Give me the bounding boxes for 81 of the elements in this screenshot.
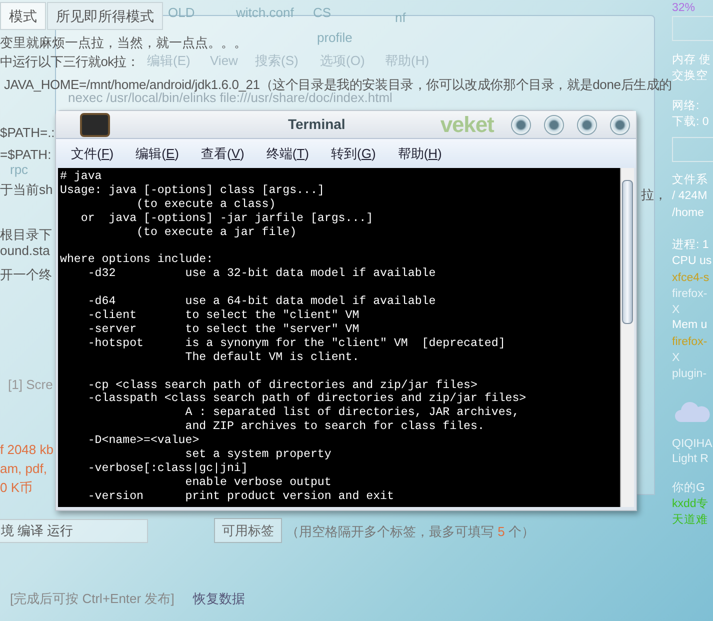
monitor-text: firefox- [672,335,708,350]
terminal-line: -verbose[:class|gc|jni] [86,462,249,476]
terminal-line: (to execute a class) [136,198,277,212]
terminal-line: -d64 use a 64-bit data model if available [86,295,437,310]
text-line: [1] Scre [8,376,53,394]
tags-hint: （用空格隔开多个标签，最多可填写 5 个） [286,523,534,541]
terminal-line: # java [60,170,103,184]
terminal-line: A : separated list of directories, JAR archives, [184,406,520,420]
terminal-line: enable verbose output [184,476,332,490]
graph-box [672,16,713,41]
menu-item[interactable]: 编辑(E) [136,144,179,164]
monitor-text: 网络: [672,98,700,114]
monitor-text: Light R [672,452,708,467]
terminal-line: where options include: [60,253,214,268]
tags-field[interactable]: 境 编译 运行 [0,519,148,543]
terminal-line: -cp <class search path of directories and zip/jar files> [86,378,478,392]
monitor-text: firefox- [672,287,708,302]
menu-item[interactable]: 文件(F) [71,144,114,164]
terminal-line: -d32 use a 32-bit data model if available [86,267,437,282]
monitor-text: CPU us [672,254,712,269]
menu-item[interactable]: 转到(G) [331,144,376,164]
monitor-text: 天道难 [672,512,708,528]
monitor-text: 文件系 [672,172,708,188]
text-line: 于当前sh [0,181,53,199]
scrollbar-thumb[interactable] [622,180,633,324]
text-line: 根目录下 [0,226,52,244]
window-control-button[interactable] [511,114,531,134]
monitor-text: /home [672,206,704,221]
terminal-line: Usage: java [-options] class [args...] [60,184,326,198]
monitor-text: QIQIHA [672,437,712,452]
terminal-line: -classpath <class search path of directories and zip/jar files> [86,392,528,406]
terminal-line: or java [-options] -jar jarfile [args...] [80,212,374,226]
text-line: $PATH=.: [0,124,55,142]
menu-item[interactable]: 帮助(H) [398,144,442,164]
terminal-line: -client to select the "client" VM [86,309,360,323]
monitor-text: X [672,351,680,366]
monitor-text: / 424M [672,189,708,204]
monitor-text: X [672,303,680,318]
window-control-button[interactable] [544,114,564,134]
terminal-line: set a system property [184,448,332,462]
terminal-line: -version print product version and exit [86,490,395,504]
window-control-button[interactable] [577,114,597,134]
terminal-line: (to execute a jar file) [136,226,298,240]
text-line: 拉， [641,186,667,204]
page-tab[interactable]: 所见即所得模式 [47,2,163,30]
graph-box [672,137,713,162]
text-line: 变里就麻烦一点拉，当然，就一点点。。。 [0,34,247,52]
monitor-text: 进程: 1 [672,238,709,253]
monitor-text: 32% [672,1,696,16]
logo-text: veket [440,111,494,139]
terminal-line: -hotspot is a synonym for the "client" VM [deprecated] [86,336,506,351]
tags-button[interactable]: 可用标签 [214,518,282,543]
terminal-line: and ZIP archives to search for class files. [184,420,486,434]
restore-link[interactable]: 恢复数据 [193,589,245,608]
monitor-text: plugin- [672,367,707,382]
scrollbar[interactable] [620,168,634,507]
text-line: ound.sta [0,242,50,260]
menu-item[interactable]: 查看(V) [201,144,244,164]
cloud-icon [675,400,711,424]
page-tab[interactable]: 模式 [0,2,46,30]
monitor-text: xfce4-s [672,271,710,286]
terminal-line: The default VM is client. [184,350,360,365]
text-line: 0 K币 [0,479,33,497]
text-line: am, pdf, [0,460,47,478]
monitor-text: kxdd专 [672,496,708,512]
shortcut-hint: [完成后可按 Ctrl+Enter 发布] [10,590,174,608]
terminal-line: -D<name>=<value> [86,434,200,448]
window-title: Terminal [288,115,346,134]
text-line: 中运行以下三行就ok拉： [0,53,139,71]
text-line: 开一个终 [0,266,52,284]
monitor-text: 下载: 0 [672,114,709,130]
monitor-text: 交换空 [672,68,708,84]
terminal-icon [80,112,110,136]
monitor-text: Mem u [672,318,708,333]
menu-item[interactable]: 终端(T) [266,144,309,164]
monitor-text: 你的G [672,481,705,496]
text-line: f 2048 kb [0,441,54,459]
terminal-line: -server to select the "server" VM [86,322,360,337]
window-control-button[interactable] [610,114,630,134]
monitor-text: 内存 使 [672,52,712,68]
text-line: JAVA_HOME=/mnt/home/android/jdk1.6.0_21（这个目录是我的安装目录，你可以改成你那个目录，就是done后生成的 [4,76,672,92]
